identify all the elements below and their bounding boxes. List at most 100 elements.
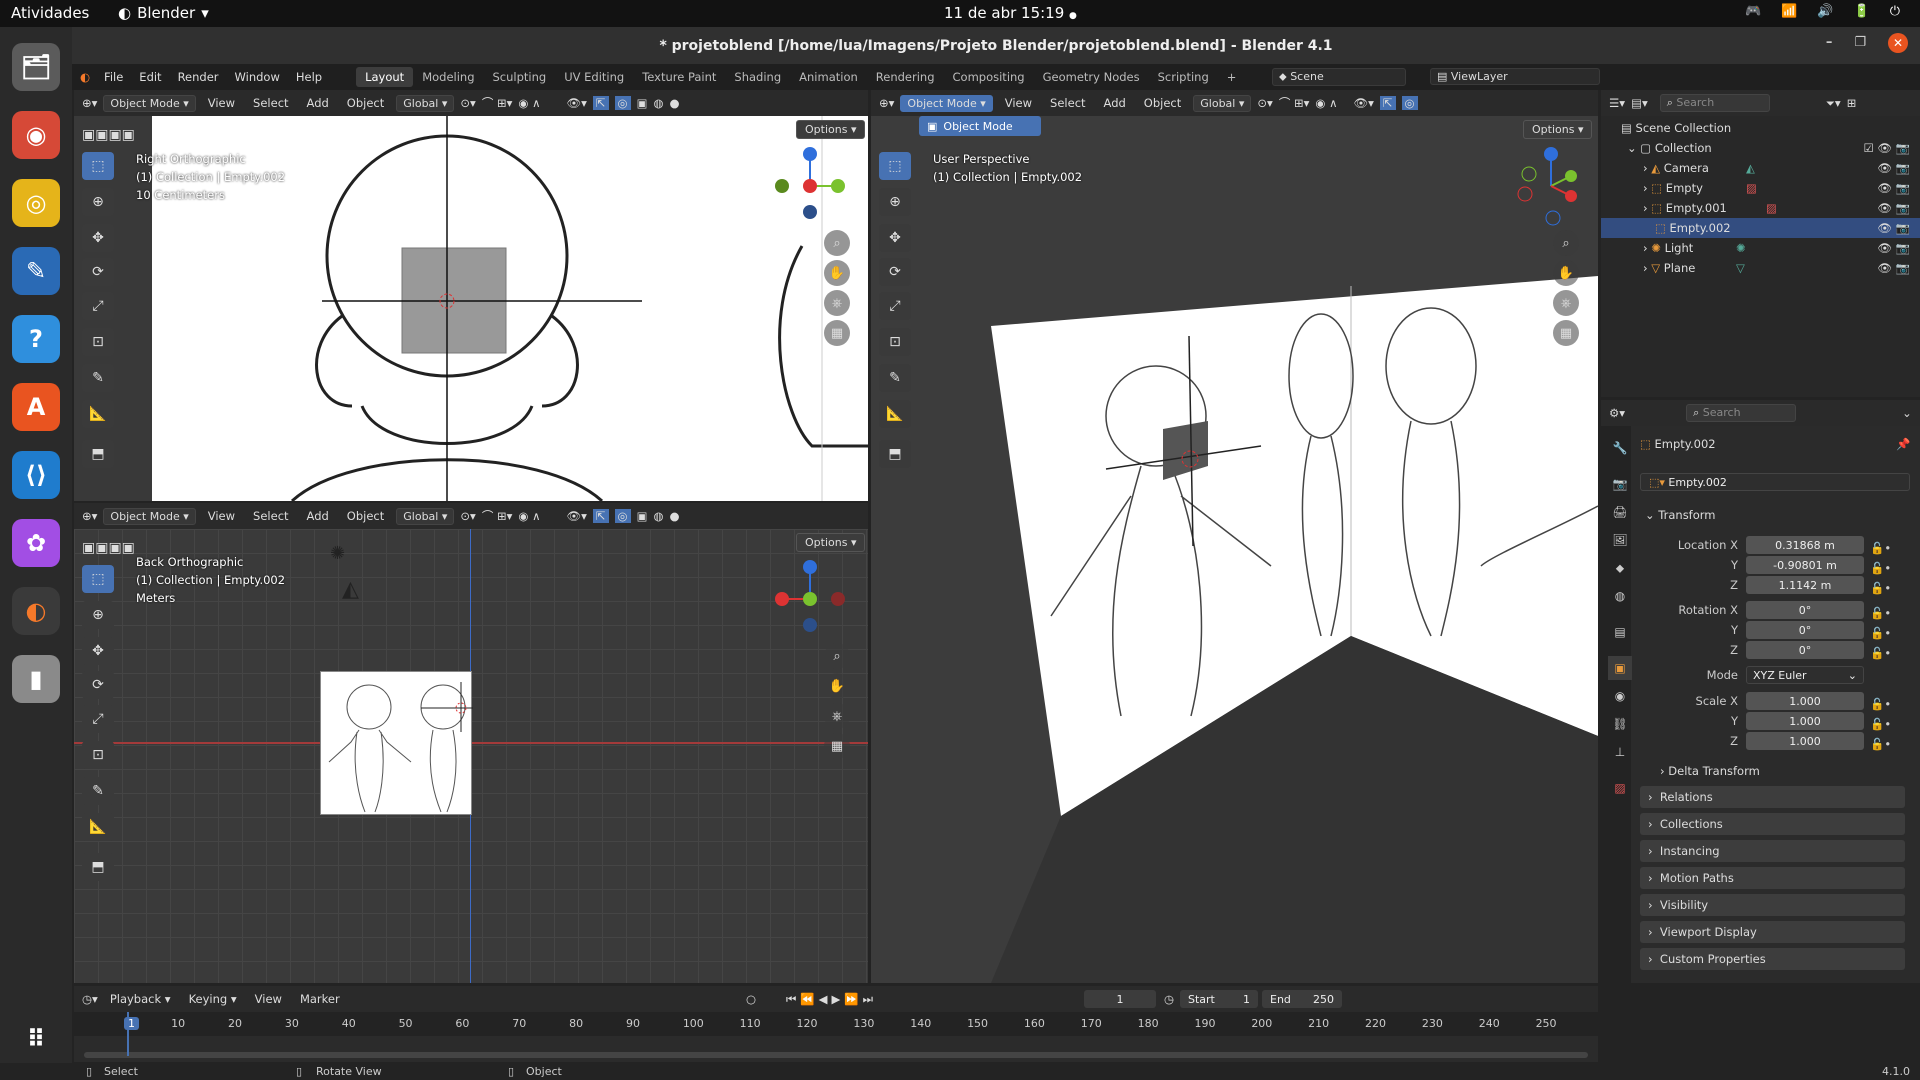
pivot-icon[interactable]: ⊙▾ — [460, 96, 475, 110]
tab-modeling[interactable]: Modeling — [413, 67, 483, 87]
transform-tool[interactable]: ⊡ — [82, 741, 114, 769]
tab-sculpting[interactable]: Sculpting — [484, 67, 556, 87]
add-workspace-button[interactable]: + — [1218, 67, 1246, 87]
mode-dropdown[interactable]: Object Mode ▾ — [103, 507, 196, 525]
blender-icon[interactable]: ◐ — [12, 587, 60, 635]
camera-view-icon[interactable]: ⎈ — [824, 703, 850, 729]
outliner-row-plane[interactable]: › ▽ Plane ▽ 👁 📷 — [1601, 258, 1920, 278]
options-button[interactable]: Options ▾ — [1523, 120, 1593, 139]
cursor-tool[interactable]: ⊕ — [82, 601, 114, 629]
collections-panel[interactable]: › Collections — [1640, 813, 1905, 835]
object-menu[interactable]: Object — [341, 509, 390, 523]
mode-dropdown[interactable]: Object Mode ▾ — [900, 94, 993, 112]
viewport-right-ortho[interactable]: ⊕▾ Object Mode ▾ View Select Add Object … — [74, 90, 868, 501]
delta-transform-panel[interactable]: › Delta Transform — [1660, 764, 1760, 778]
clock[interactable]: 11 de abr 15:19 ● — [944, 4, 1077, 22]
object-menu[interactable]: Object — [1138, 96, 1187, 110]
playback-controls[interactable]: ⏮⏪◀▶⏩⏭ — [786, 992, 877, 1007]
expand-arrow-icon[interactable]: › — [1643, 201, 1651, 215]
annotate-tool[interactable]: ✎ — [82, 364, 114, 392]
properties-editor-icon[interactable]: ⚙▾ — [1609, 406, 1625, 420]
cursor-tool[interactable]: ⊕ — [879, 188, 911, 216]
overlay-icon[interactable]: ◎ — [614, 96, 631, 110]
camera-view-icon[interactable]: ⎈ — [1553, 290, 1579, 316]
snap-icon[interactable]: ⌒ ⊞▾ — [1279, 95, 1310, 111]
move-tool[interactable]: ✥ — [82, 224, 114, 252]
zoom-icon[interactable]: ⌕ — [824, 230, 850, 256]
measure-tool[interactable]: 📐 — [82, 813, 114, 841]
view-menu[interactable]: View — [249, 992, 288, 1006]
activities-button[interactable]: Atividades — [11, 4, 89, 22]
visibility-icons[interactable]: 👁 📷 — [1877, 221, 1910, 235]
start-frame-field[interactable]: Start 1 — [1180, 990, 1258, 1008]
visibility-icons[interactable]: 👁 📷 — [1877, 241, 1910, 255]
scale-y-field[interactable]: 1.000 — [1746, 712, 1864, 730]
expand-arrow-icon[interactable]: › — [1643, 241, 1651, 255]
output-tab-icon[interactable]: 🖨 — [1608, 500, 1632, 524]
current-frame-field[interactable]: 1 — [1084, 990, 1156, 1008]
select-menu[interactable]: Select — [247, 96, 294, 110]
pan-icon[interactable]: ✋ — [824, 673, 850, 699]
marker-menu[interactable]: Marker — [294, 992, 346, 1006]
apps-grid-icon[interactable]: ⠿ — [12, 1015, 60, 1063]
rhythmbox-icon[interactable]: ◎ — [12, 179, 60, 227]
tab-texture-paint[interactable]: Texture Paint — [633, 67, 725, 87]
timeline-editor-icon[interactable]: ◷▾ — [82, 992, 98, 1006]
zoom-icon[interactable]: ⌕ — [1553, 230, 1579, 256]
scene-selector[interactable]: ⬥ Scene — [1272, 68, 1406, 86]
select-menu[interactable]: Select — [247, 509, 294, 523]
auto-key-icon[interactable]: ○ — [746, 992, 756, 1006]
power-icon[interactable]: ⏻ — [1890, 4, 1900, 19]
editor-type-icon[interactable]: ⊕▾ — [879, 96, 894, 110]
scale-tool[interactable]: ⤢ — [879, 292, 911, 320]
zoom-icon[interactable]: ⌕ — [824, 643, 850, 669]
scale-tool[interactable]: ⤢ — [82, 705, 114, 733]
outliner-row-empty[interactable]: › ⬚ Empty ▨ 👁 📷 — [1601, 178, 1920, 198]
pivot-icon[interactable]: ⊙▾ — [460, 509, 475, 523]
outliner-row-empty-001[interactable]: › ⬚ Empty.001 ▨ 👁 📷 — [1601, 198, 1920, 218]
proportional-icon[interactable]: ◉ ∧ — [518, 509, 540, 523]
end-frame-field[interactable]: End 250 — [1262, 990, 1342, 1008]
scale-tool[interactable]: ⤢ — [82, 292, 114, 320]
select-mode-icons[interactable]: ▣▣▣▣ — [82, 537, 158, 559]
location-y-field[interactable]: -0.90801 m — [1746, 556, 1864, 574]
relations-panel[interactable]: › Relations — [1640, 786, 1905, 808]
menu-window[interactable]: Window — [227, 70, 288, 84]
measure-tool[interactable]: 📐 — [879, 400, 911, 428]
measure-tool[interactable]: 📐 — [82, 400, 114, 428]
shading-solid-icon[interactable]: ● — [669, 96, 679, 110]
visibility-icons[interactable]: 👁 📷 — [1877, 261, 1910, 275]
outliner-row-scene-collection[interactable]: ▤ Scene Collection — [1601, 118, 1920, 138]
viewport-canvas[interactable]: User Perspective (1) Collection | Empty.… — [871, 116, 1598, 983]
select-menu[interactable]: Select — [1044, 96, 1091, 110]
orientation-dropdown[interactable]: Global ▾ — [396, 507, 455, 525]
tab-shading[interactable]: Shading — [725, 67, 790, 87]
data-tab-icon[interactable]: ⊥ — [1608, 740, 1632, 764]
ortho-toggle-icon[interactable]: ▦ — [824, 733, 850, 759]
camera-view-icon[interactable]: ⎈ — [824, 290, 850, 316]
tab-animation[interactable]: Animation — [790, 67, 867, 87]
rotation-x-field[interactable]: 0° — [1746, 601, 1864, 619]
window-titlebar[interactable]: * projetoblend [/home/lua/Imagens/Projet… — [72, 27, 1920, 64]
select-mode-icons[interactable]: ▣▣▣▣ — [82, 124, 158, 146]
display-mode-icon[interactable]: ▤▾ — [1631, 96, 1648, 110]
select-box-tool[interactable]: ⬚ — [82, 152, 114, 180]
visibility-icons[interactable]: 👁 📷 — [1877, 181, 1910, 195]
navigation-gizmo[interactable] — [770, 146, 850, 226]
outliner-search[interactable]: ⌕ Search — [1659, 94, 1770, 112]
orientation-dropdown[interactable]: Global ▾ — [396, 94, 455, 112]
expand-arrow-icon[interactable]: › — [1643, 161, 1651, 175]
editor-type-icon[interactable]: ⊕▾ — [82, 509, 97, 523]
filter-icon[interactable]: ⏷▾ — [1826, 96, 1841, 111]
blender-logo-icon[interactable]: ◐ — [72, 70, 96, 84]
rotate-tool[interactable]: ⟳ — [82, 671, 114, 699]
annotate-tool[interactable]: ✎ — [879, 364, 911, 392]
expand-arrow-icon[interactable]: › — [1643, 261, 1651, 275]
shading-wire-icon[interactable]: ◍ — [653, 509, 663, 523]
view-layer-tab-icon[interactable]: 🖼 — [1608, 528, 1632, 552]
writer-icon[interactable]: ✎ — [12, 247, 60, 295]
select-box-tool[interactable]: ⬚ — [82, 565, 114, 593]
visibility-panel[interactable]: › Visibility — [1640, 894, 1905, 916]
tab-layout[interactable]: Layout — [356, 67, 414, 87]
menu-file[interactable]: File — [96, 70, 131, 84]
